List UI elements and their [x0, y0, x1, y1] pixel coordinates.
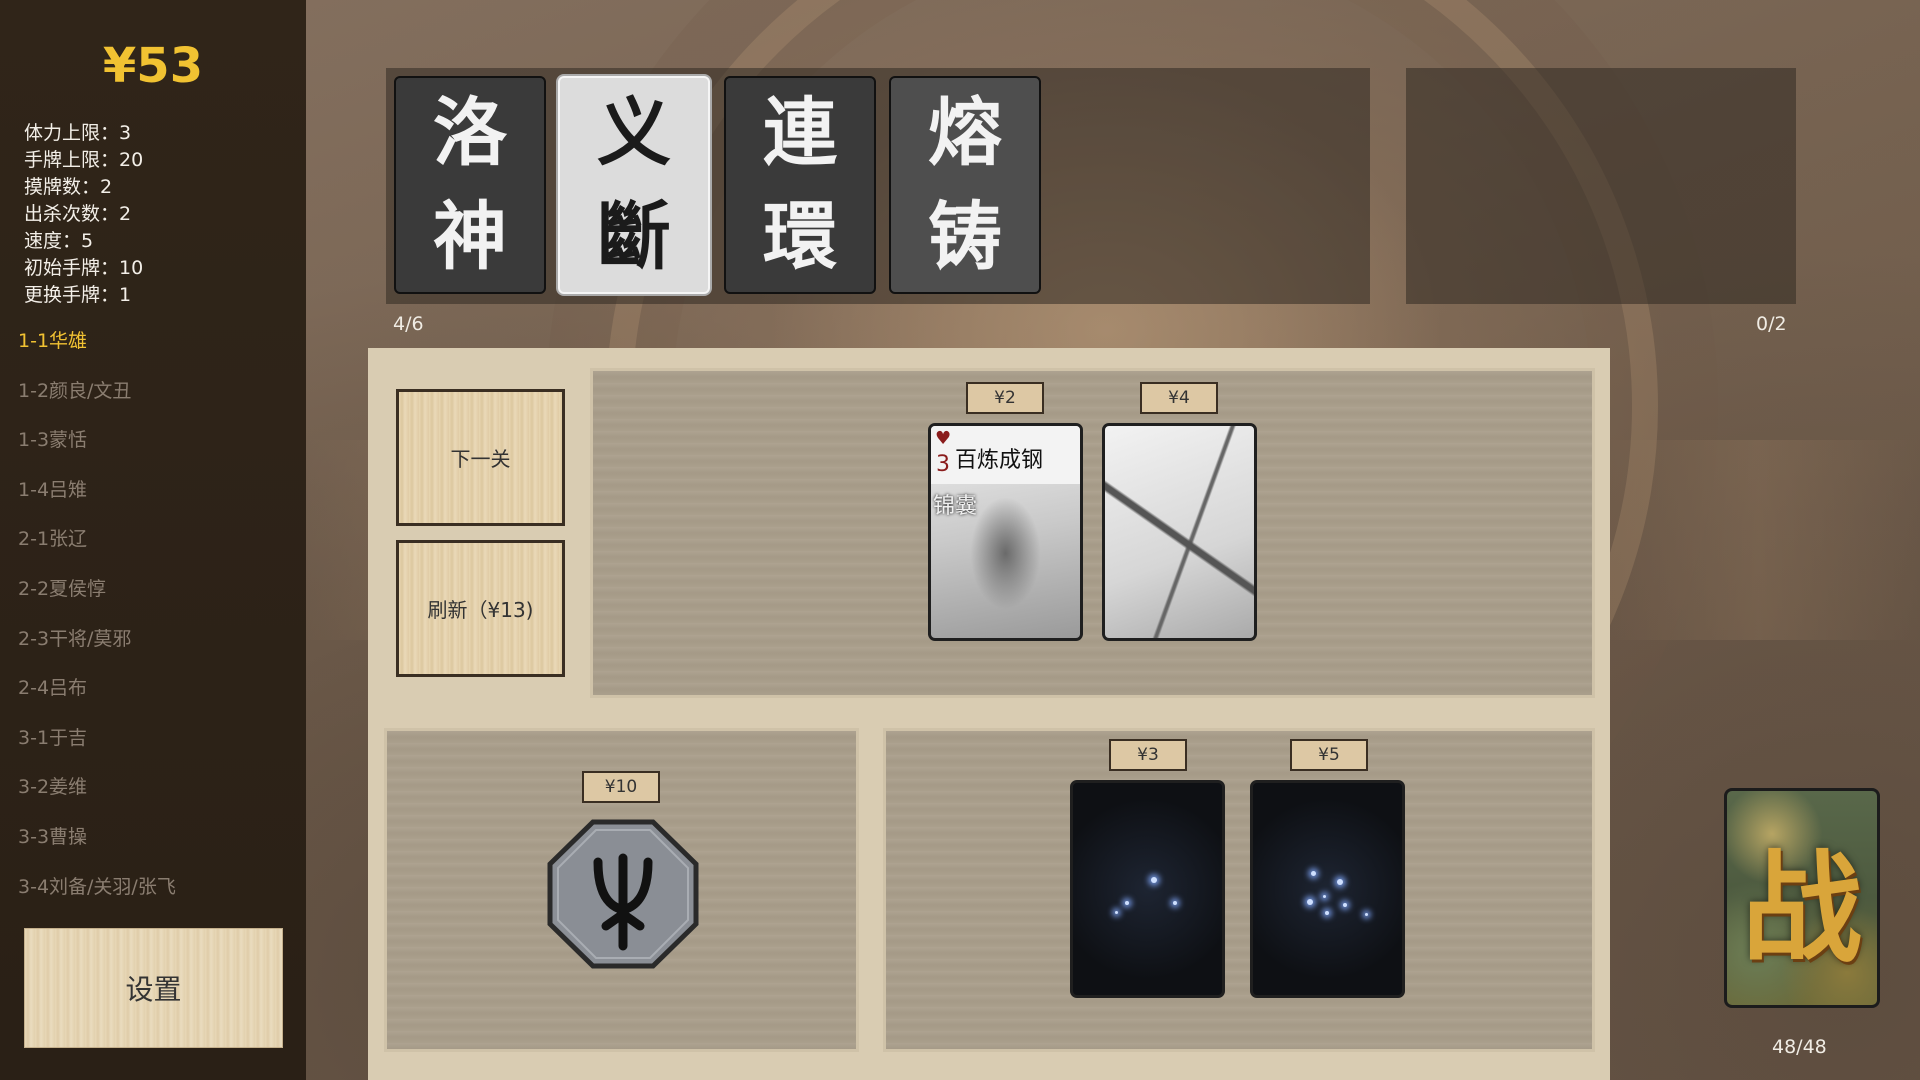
star-dot: [1173, 901, 1177, 905]
stage-item-3-2[interactable]: 3-2姜维: [18, 772, 176, 822]
item-slot-panel: [1406, 68, 1796, 304]
star-dot: [1151, 877, 1157, 883]
star-dot: [1307, 899, 1313, 905]
stage-item-2-4[interactable]: 2-4吕布: [18, 673, 176, 723]
price-tag: ¥2: [966, 382, 1044, 414]
stat-attack-count: 出杀次数：2: [24, 203, 132, 225]
card-name: 百炼成钢: [955, 448, 1044, 473]
stat-swap-hand: 更换手牌：1: [24, 284, 132, 306]
stage-list: 1-1华雄 1-2颜良/文丑 1-3蒙恬 1-4吕雉 2-1张辽 2-2夏侯惇 …: [18, 326, 176, 921]
stage-item-1-3[interactable]: 1-3蒙恬: [18, 425, 176, 475]
skill-card-char-2: 環: [763, 194, 837, 280]
battle-deck[interactable]: 战: [1724, 788, 1880, 1008]
stage-item-2-1[interactable]: 2-1张辽: [18, 524, 176, 574]
stat-hp-max: 体力上限：3: [24, 122, 132, 144]
stage-item-2-3[interactable]: 2-3干将/莫邪: [18, 624, 176, 674]
skill-slot-count: 4/6: [393, 313, 424, 335]
star-dot: [1125, 901, 1129, 905]
shop-card-bailian[interactable]: ♥ 3 百炼成钢 锦囊: [928, 423, 1083, 641]
player-stats: 体力上限：3 手牌上限：20 摸牌数：2 出杀次数：2 速度：5 初始手牌：10…: [24, 120, 143, 309]
money-display: ¥53: [102, 38, 204, 94]
star-dot: [1343, 903, 1347, 907]
star-dot: [1337, 879, 1343, 885]
skill-card-char-1: 洛: [433, 90, 507, 176]
star-card-constellation-1[interactable]: [1070, 780, 1225, 998]
stat-hand-max: 手牌上限：20: [24, 149, 144, 171]
star-dot: [1323, 895, 1326, 898]
skill-card-char-1: 連: [763, 90, 837, 176]
stage-item-3-4[interactable]: 3-4刘备/关羽/张飞: [18, 872, 176, 922]
skill-card-char-1: 熔: [928, 90, 1002, 176]
stage-item-2-2[interactable]: 2-2夏侯惇: [18, 574, 176, 624]
star-shop-area: [883, 728, 1595, 1052]
skill-card-char-1: 义: [597, 90, 671, 176]
deck-count: 48/48: [1772, 1036, 1827, 1058]
star-dot: [1115, 911, 1118, 914]
item-slot-count: 0/2: [1756, 313, 1787, 335]
price-tag: ¥10: [582, 771, 660, 803]
price-tag: ¥5: [1290, 739, 1368, 771]
star-card-constellation-2[interactable]: [1250, 780, 1405, 998]
stage-item-1-1[interactable]: 1-1华雄: [18, 326, 176, 376]
card-shop-area: [590, 368, 1595, 698]
skill-card-char-2: 斷: [597, 194, 671, 280]
card-number: 3: [936, 452, 950, 477]
stat-speed: 速度：5: [24, 230, 94, 252]
refresh-button[interactable]: 刷新（¥13): [396, 540, 565, 677]
stage-item-3-3[interactable]: 3-3曹操: [18, 822, 176, 872]
skill-card-rongzhu[interactable]: 熔 铸: [889, 76, 1041, 294]
stage-item-3-1[interactable]: 3-1于吉: [18, 723, 176, 773]
heart-suit-icon: ♥: [935, 428, 952, 449]
skill-card-luoshen[interactable]: 洛 神: [394, 76, 546, 294]
next-level-button[interactable]: 下一关: [396, 389, 565, 526]
star-dot: [1325, 911, 1329, 915]
skill-card-char-2: 铸: [928, 194, 1002, 280]
shop-card-branch[interactable]: [1102, 423, 1257, 641]
skill-card-yiduan[interactable]: 义 斷: [558, 76, 710, 294]
star-dot: [1311, 871, 1316, 876]
settings-button[interactable]: 设置: [24, 928, 283, 1048]
price-tag: ¥3: [1109, 739, 1187, 771]
skill-card-char-2: 神: [433, 194, 507, 280]
stage-item-1-4[interactable]: 1-4吕雉: [18, 475, 176, 525]
sidebar: ¥53 体力上限：3 手牌上限：20 摸牌数：2 出杀次数：2 速度：5 初始手…: [0, 0, 306, 1080]
card-type-label: 锦囊: [933, 494, 978, 519]
star-dot: [1365, 913, 1368, 916]
trident-rune-icon[interactable]: [546, 818, 700, 970]
battle-glyph: 战: [1742, 838, 1862, 979]
stat-draw-count: 摸牌数：2: [24, 176, 113, 198]
skill-card-lianhuan[interactable]: 連 環: [724, 76, 876, 294]
skill-slot-panel: 洛 神 义 斷 連 環 熔 铸: [386, 68, 1370, 304]
price-tag: ¥4: [1140, 382, 1218, 414]
stat-initial-hand: 初始手牌：10: [24, 257, 144, 279]
stage-item-1-2[interactable]: 1-2颜良/文丑: [18, 376, 176, 426]
